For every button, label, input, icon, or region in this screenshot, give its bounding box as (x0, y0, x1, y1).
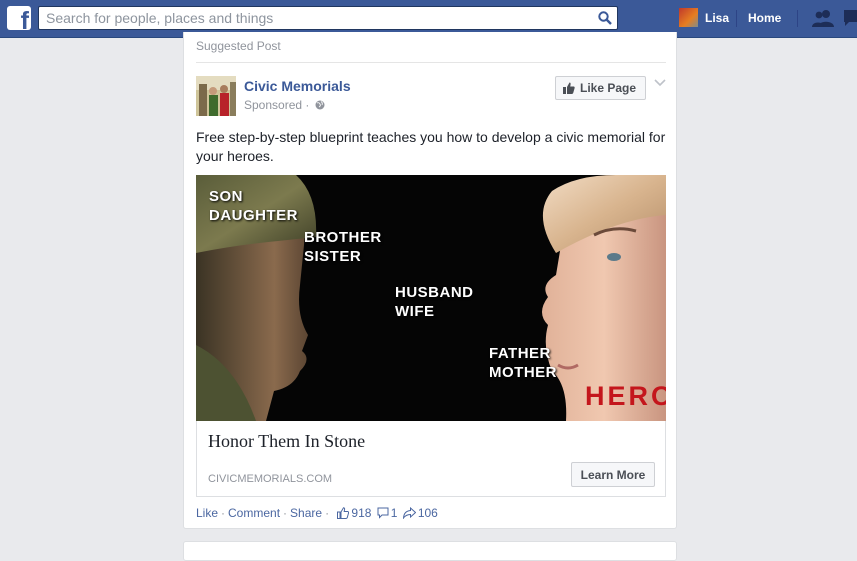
ad-word-line: HUSBAND (395, 284, 474, 301)
page-avatar[interactable] (196, 76, 236, 116)
action-separator: · (221, 506, 226, 520)
ad-word-line: FATHER (489, 345, 551, 362)
ad-word-line: DAUGHTER (209, 207, 298, 224)
sponsored-line: Sponsored · (244, 98, 325, 112)
link-domain: CIVICMEMORIALS.COM (208, 473, 333, 485)
sponsored-separator: · (305, 98, 310, 112)
learn-more-button[interactable]: Learn More (571, 462, 655, 487)
share-link[interactable]: Share (290, 506, 322, 520)
sponsored-post-card: Suggested Post Civic Memorials Sponsored… (183, 32, 677, 529)
ad-word-line: WIFE (395, 303, 435, 320)
thumbs-up-icon (563, 82, 575, 94)
page-name-link[interactable]: Civic Memorials (244, 78, 351, 94)
share-count-value: 106 (417, 506, 438, 520)
next-post-card (183, 541, 677, 561)
nav-divider (797, 10, 798, 27)
comment-link[interactable]: Comment (228, 506, 280, 520)
like-page-button[interactable]: Like Page (555, 76, 646, 100)
sponsored-label[interactable]: Sponsored (244, 98, 302, 112)
post-actions: Like · Comment · Share · 918 1 106 (196, 506, 438, 520)
comment-count-value: 1 (390, 506, 398, 520)
comment-icon (377, 507, 389, 519)
ad-word-line: SISTER (304, 248, 362, 265)
ad-hero-text: HERO (585, 381, 666, 411)
user-avatar[interactable] (679, 8, 698, 27)
suggested-post-label: Suggested Post (196, 39, 281, 53)
facebook-logo-icon[interactable]: f (7, 6, 31, 30)
search-icon[interactable] (598, 11, 612, 25)
like-count-value: 918 (351, 506, 372, 520)
link-preview[interactable]: Honor Them In Stone CIVICMEMORIALS.COM L… (196, 421, 666, 497)
search-box (38, 6, 618, 30)
ad-text-son-daughter: SON DAUGHTER (209, 187, 298, 225)
header-divider (196, 62, 666, 63)
like-page-label: Like Page (580, 81, 637, 95)
user-name-link[interactable]: Lisa (705, 11, 729, 25)
messages-icon[interactable] (842, 9, 857, 27)
ad-word-line: MOTHER (489, 364, 557, 381)
link-title[interactable]: Honor Them In Stone (208, 431, 365, 452)
share-icon (402, 506, 417, 520)
ad-text-brother-sister: BROTHER SISTER (304, 228, 382, 266)
chevron-down-icon[interactable] (654, 79, 666, 87)
comment-count[interactable]: 1 (377, 506, 398, 520)
post-text: Free step-by-step blueprint teaches you … (196, 129, 666, 164)
ad-text-father-mother: FATHER MOTHER (489, 344, 557, 382)
thumbs-up-icon (337, 507, 350, 519)
nav-divider (736, 10, 737, 27)
ad-word-line: BROTHER (304, 229, 382, 246)
ad-text-husband-wife: HUSBAND WIFE (395, 283, 474, 321)
search-input[interactable] (39, 7, 586, 29)
like-count[interactable]: 918 (337, 506, 371, 520)
globe-icon (315, 100, 325, 110)
home-link[interactable]: Home (748, 11, 781, 25)
action-separator: · (283, 506, 288, 520)
friend-requests-icon[interactable] (812, 9, 834, 27)
like-link[interactable]: Like (196, 506, 218, 520)
share-count[interactable]: 106 (402, 506, 438, 520)
ad-word-line: SON (209, 188, 244, 205)
ad-image[interactable]: SON DAUGHTER BROTHER SISTER HUSBAND WIFE… (196, 175, 666, 421)
action-separator: · (325, 506, 330, 520)
